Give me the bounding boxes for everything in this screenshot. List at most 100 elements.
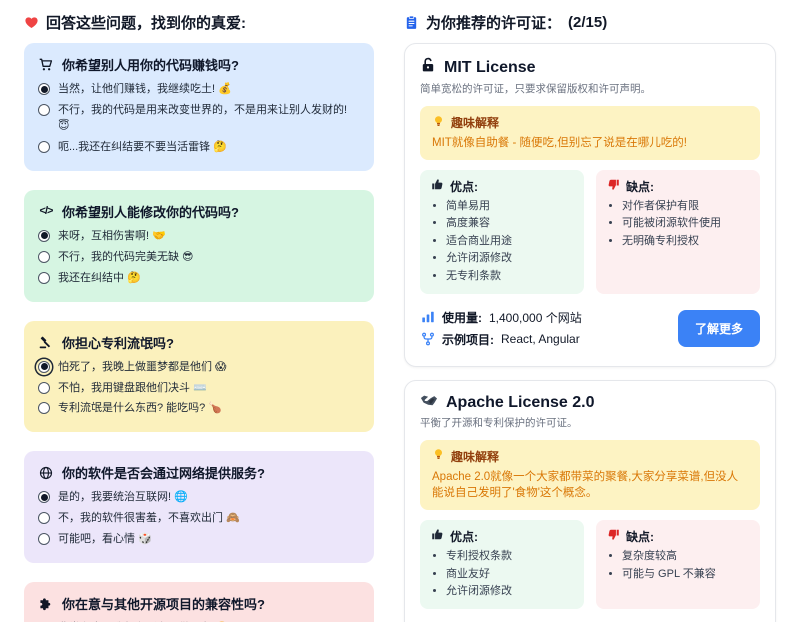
cons-list-item: 无明确专利授权 [622, 233, 749, 251]
cons-title-text: 缺点: [626, 178, 654, 195]
radio-unselected-icon[interactable] [38, 272, 50, 284]
license-name: Apache License 2.0 [446, 394, 595, 412]
clipboard-icon [404, 15, 419, 30]
radio-option-label: 可能吧，看心情 🎲 [58, 532, 152, 548]
bulb-icon [432, 115, 445, 131]
radio-unselected-icon[interactable] [38, 141, 50, 153]
radio-option-label: 怕死了，我晚上做噩梦都是他们 😱 [58, 360, 227, 376]
cons-list-item: 可能与 GPL 不兼容 [622, 566, 749, 584]
puzzle-icon [38, 597, 54, 611]
globe-icon [38, 466, 54, 480]
license-description: 简单宽松的许可证，只要求保留版权和许可声明。 [420, 81, 760, 96]
license-stats: 使用量:1,400,000 个网站示例项目:React, Angular [420, 304, 678, 353]
radio-option-label: 我还在纠结中 🤔 [58, 271, 141, 287]
cons-box: 缺点:对作者保护有限可能被闭源软件使用无明确专利授权 [596, 170, 760, 294]
radio-option-q3-2[interactable]: 不怕，我用键盘跟他们决斗 ⌨️ [38, 381, 360, 397]
radio-unselected-icon[interactable] [38, 104, 50, 116]
license-footer: 使用量:1,400,000 个网站示例项目:React, Angular了解更多 [420, 304, 760, 353]
radio-option-label: 来呀，互相伤害啊! 🤝 [58, 229, 166, 245]
radio-option-label: 呃...我还在纠结要不要当活雷锋 🤔 [58, 140, 227, 156]
cons-list-item: 对作者保护有限 [622, 198, 749, 216]
license-list: MIT License简单宽松的许可证，只要求保留版权和许可声明。趣味解释MIT… [404, 43, 776, 622]
license-card-mit-license: MIT License 简单宽松的许可证，只要求保留版权和许可声明。趣味解释 MIT… [404, 43, 776, 367]
radio-option-q4-1[interactable]: 是的，我要统治互联网! 🌐 [38, 490, 360, 506]
radio-selected-icon[interactable] [38, 491, 50, 503]
fun-explanation-title-text: 趣味解释 [451, 114, 499, 131]
code-icon: </> [38, 205, 54, 217]
usage-stat-line: 使用量:1,400,000 个网站 [420, 309, 678, 326]
learn-more-button[interactable]: 了解更多 [678, 310, 760, 347]
question-card-globe: 你的软件是否会通过网络提供服务? 是的，我要统治互联网! 🌐 不，我的软件很害羞，不… [24, 451, 374, 563]
question-title-text: 你希望别人能修改你的代码吗? [62, 202, 239, 221]
radio-option-q1-3[interactable]: 呃...我还在纠结要不要当活雷锋 🤔 [38, 140, 360, 156]
chart-icon [420, 310, 435, 324]
license-card-apache-license-2-0: Apache License 2.0 平衡了开源和专利保护的许可证。趣味解释 Apa… [404, 380, 776, 622]
pros-list-item: 适合商业用途 [446, 233, 573, 251]
pros-list-item: 商业友好 [446, 566, 573, 584]
radio-option-q2-2[interactable]: 不行，我的代码完美无缺 😎 [38, 250, 360, 266]
gavel-icon [38, 335, 54, 349]
thumbsup-icon [431, 528, 444, 544]
radio-unselected-icon[interactable] [38, 533, 50, 545]
radio-unselected-icon[interactable] [38, 251, 50, 263]
pros-list-item: 允许闭源修改 [446, 250, 573, 268]
cart-icon [38, 58, 54, 72]
question-card-code: </> 你希望别人能修改你的代码吗? 来呀，互相伤害啊! 🤝 不行，我的代码完美无缺 … [24, 190, 374, 302]
radio-unselected-icon[interactable] [38, 402, 50, 414]
examples-stat-line: 示例项目:React, Angular [420, 331, 678, 348]
question-card-puzzle: 你在意与其他开源项目的兼容性吗?非常在意，我想和所有人做朋友 🤗不在意，我的项目… [24, 582, 374, 622]
radio-option-label: 不怕，我用键盘跟他们决斗 ⌨️ [58, 381, 207, 397]
radio-selected-icon[interactable] [38, 83, 50, 95]
question-title-text: 你担心专利流氓吗? [62, 333, 174, 352]
question-title: 你在意与其他开源项目的兼容性吗? [38, 594, 360, 613]
radio-option-q1-2[interactable]: 不行，我的代码是用来改变世界的，不是用来让别人发财的! 😇 [38, 103, 360, 135]
radio-option-label: 是的，我要统治互联网! 🌐 [58, 490, 188, 506]
questionnaire-header: 回答这些问题，找到你的真爱: [24, 8, 374, 43]
radio-option-q2-3[interactable]: 我还在纠结中 🤔 [38, 271, 360, 287]
license-title: MIT License [420, 57, 760, 78]
radio-option-q3-1[interactable]: 怕死了，我晚上做噩梦都是他们 😱 [38, 360, 360, 376]
heart-icon [24, 15, 39, 30]
examples-value: React, Angular [501, 332, 580, 346]
pros-list-item: 允许闭源修改 [446, 583, 573, 601]
pros-list: 简单易用高度兼容适合商业用途允许闭源修改无专利条款 [431, 198, 573, 286]
fork-icon [420, 332, 435, 346]
fun-explanation-title: 趣味解释 [432, 448, 748, 465]
thumbsup-icon [431, 178, 444, 194]
pros-list-item: 简单易用 [446, 198, 573, 216]
question-title-text: 你在意与其他开源项目的兼容性吗? [62, 594, 265, 613]
radio-option-label: 当然，让他们赚钱，我继续吃土! 💰 [58, 82, 232, 98]
pros-cons-row: 优点:简单易用高度兼容适合商业用途允许闭源修改无专利条款缺点:对作者保护有限可能… [420, 170, 760, 294]
fun-explanation-text: Apache 2.0就像一个大家都带菜的聚餐,大家分享菜谱,但没人能说自己发明了… [432, 469, 748, 502]
recommendations-panel: 为你推荐的许可证： (2/15) MIT License 简单宽松的许可证，只要求… [404, 8, 776, 622]
recommendations-title: 为你推荐的许可证： [426, 12, 561, 33]
pros-list-item: 无专利条款 [446, 268, 573, 286]
question-title: </> 你希望别人能修改你的代码吗? [38, 202, 360, 221]
radio-selected-icon[interactable] [38, 361, 50, 373]
radio-option-label: 不行，我的代码是用来改变世界的，不是用来让别人发财的! 😇 [58, 103, 360, 135]
recommendations-count: (2/15) [568, 14, 607, 31]
radio-unselected-icon[interactable] [38, 512, 50, 524]
cons-list: 复杂度较高可能与 GPL 不兼容 [607, 548, 749, 583]
radio-option-q2-1[interactable]: 来呀，互相伤害啊! 🤝 [38, 229, 360, 245]
pros-list-item: 专利授权条款 [446, 548, 573, 566]
radio-option-q4-2[interactable]: 不，我的软件很害羞，不喜欢出门 🙈 [38, 511, 360, 527]
radio-option-q3-3[interactable]: 专利流氓是什么东西? 能吃吗? 🍗 [38, 401, 360, 417]
radio-unselected-icon[interactable] [38, 382, 50, 394]
pros-title-text: 优点: [450, 528, 478, 545]
radio-option-label: 不，我的软件很害羞，不喜欢出门 🙈 [58, 511, 240, 527]
question-card-gavel: 你担心专利流氓吗? 怕死了，我晚上做噩梦都是他们 😱 不怕，我用键盘跟他们决斗 ⌨️… [24, 321, 374, 433]
radio-option-q4-3[interactable]: 可能吧，看心情 🎲 [38, 532, 360, 548]
license-description: 平衡了开源和专利保护的许可证。 [420, 415, 760, 430]
fun-explanation-title: 趣味解释 [432, 114, 748, 131]
usage-value: 1,400,000 个网站 [489, 309, 582, 326]
thumbsdown-icon [607, 178, 620, 194]
fun-explanation-text: MIT就像自助餐 - 随便吃,但别忘了说是在哪儿吃的! [432, 135, 748, 152]
thumbsdown-icon [607, 528, 620, 544]
radio-selected-icon[interactable] [38, 230, 50, 242]
fun-explanation-box: 趣味解释 Apache 2.0就像一个大家都带菜的聚餐,大家分享菜谱,但没人能说自… [420, 440, 760, 510]
question-title-text: 你的软件是否会通过网络提供服务? [62, 463, 265, 482]
radio-option-q1-1[interactable]: 当然，让他们赚钱，我继续吃土! 💰 [38, 82, 360, 98]
cons-title: 缺点: [607, 178, 749, 195]
license-title: Apache License 2.0 [420, 394, 760, 412]
